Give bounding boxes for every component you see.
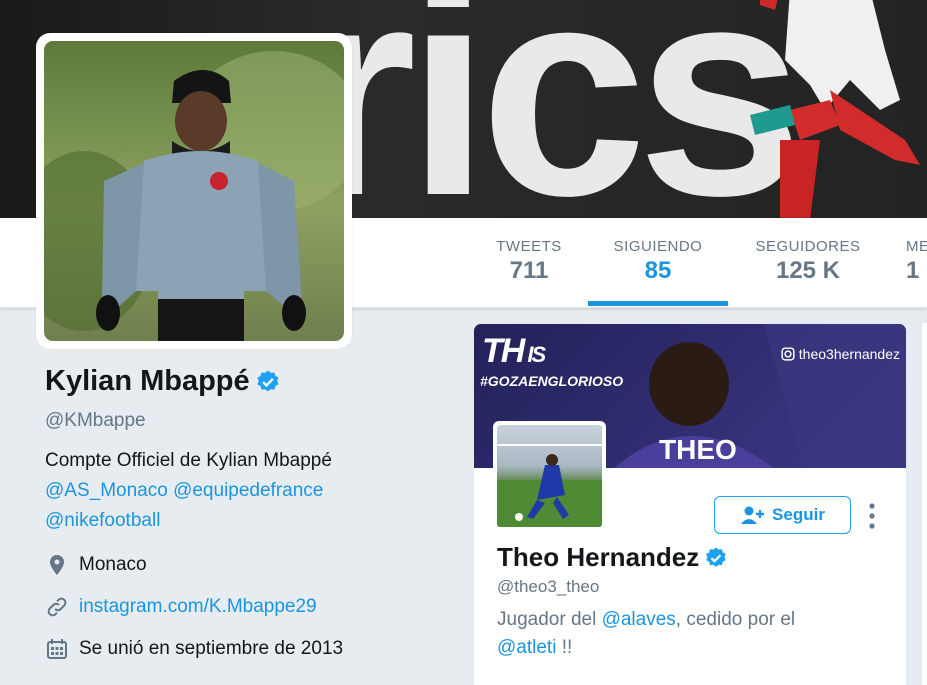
banner-player-image bbox=[750, 0, 920, 218]
nav-followers-count: 125 K bbox=[775, 257, 841, 284]
nav-likes[interactable]: ME 1 bbox=[906, 218, 927, 308]
card-bio-suffix: !! bbox=[556, 637, 573, 658]
profile-location: Monaco bbox=[79, 554, 147, 575]
card-user-name[interactable]: Theo Hernandez bbox=[497, 542, 699, 573]
nav-likes-label: ME bbox=[906, 238, 927, 255]
card-avatar-illustration bbox=[497, 444, 602, 527]
location-row: Monaco bbox=[45, 550, 445, 580]
profile-website-link[interactable]: instagram.com/K.Mbappe29 bbox=[79, 596, 317, 618]
nav-tweets-label: TWEETS bbox=[496, 238, 562, 255]
nav-following[interactable]: SIGUIENDO 85 bbox=[588, 218, 728, 308]
avatar-image bbox=[44, 41, 344, 341]
profile-name-row: Kylian Mbappé bbox=[45, 365, 445, 398]
card-avatar[interactable] bbox=[493, 421, 606, 531]
card-name-row: Theo Hernandez bbox=[497, 542, 728, 573]
website-row: instagram.com/K.Mbappe29 bbox=[45, 592, 445, 622]
bio-mention-nikefootball[interactable]: @nikefootball bbox=[45, 510, 160, 531]
nav-followers-label: SEGUIDORES bbox=[755, 238, 861, 255]
profile-bio: Compte Officiel de Kylian Mbappé @AS_Mon… bbox=[45, 446, 445, 536]
card-banner-instagram: theo3hernandez bbox=[781, 346, 900, 362]
verified-badge-icon bbox=[706, 547, 726, 567]
profile-name[interactable]: Kylian Mbappé bbox=[45, 365, 250, 398]
profile-handle: @KMbappe bbox=[45, 410, 146, 431]
follow-button[interactable]: Seguir bbox=[714, 496, 851, 534]
link-icon bbox=[47, 597, 67, 617]
card-banner-th: TH IS bbox=[482, 332, 546, 370]
profile-info: Kylian Mbappé @KMbappe Compte Officiel d… bbox=[45, 365, 445, 664]
nav-tweets-count: 711 bbox=[509, 257, 549, 284]
card-bio-middle: , cedido por el bbox=[675, 609, 796, 630]
card-bio-mention-alaves[interactable]: @alaves bbox=[602, 609, 676, 630]
card-user-bio: Jugador del @alaves, cedido por el @atle… bbox=[497, 606, 897, 662]
nav-tweets[interactable]: TWEETS 711 bbox=[488, 218, 570, 308]
card-banner-shirt-name: THEO bbox=[659, 434, 737, 465]
nav-followers[interactable]: SEGUIDORES 125 K bbox=[746, 218, 870, 308]
nav-following-label: SIGUIENDO bbox=[613, 238, 703, 255]
bio-mention-equipedefrance[interactable]: @equipedefrance bbox=[173, 480, 323, 501]
add-user-icon bbox=[741, 506, 765, 524]
nav-likes-count: 1 bbox=[906, 257, 920, 284]
avatar-illustration bbox=[44, 51, 344, 341]
next-user-card[interactable] bbox=[921, 323, 927, 685]
verified-badge-icon bbox=[257, 370, 279, 391]
location-pin-icon bbox=[50, 555, 64, 575]
joined-row: Se unió en septiembre de 2013 bbox=[45, 634, 445, 664]
card-avatar-image bbox=[497, 425, 602, 527]
nav-following-count: 85 bbox=[644, 257, 672, 284]
card-user-handle: @theo3_theo bbox=[497, 577, 600, 596]
more-options-icon[interactable] bbox=[864, 500, 880, 532]
banner-text: rics bbox=[300, 0, 804, 218]
calendar-icon bbox=[47, 639, 67, 659]
card-bio-prefix: Jugador del bbox=[497, 609, 602, 630]
follow-button-label: Seguir bbox=[772, 505, 825, 524]
instagram-icon bbox=[781, 347, 795, 361]
user-card[interactable]: TH IS #GOZAENGLORIOSO theo3hernandez THEO bbox=[473, 323, 907, 685]
bio-text: Compte Officiel de Kylian Mbappé bbox=[45, 450, 332, 471]
card-banner-hashtag: #GOZAENGLORIOSO bbox=[480, 373, 624, 389]
bio-mention-as-monaco[interactable]: @AS_Monaco bbox=[45, 480, 168, 501]
profile-joined-date: Se unió en septiembre de 2013 bbox=[79, 638, 344, 659]
card-bio-mention-atleti[interactable]: @atleti bbox=[497, 637, 556, 658]
profile-avatar[interactable] bbox=[36, 33, 352, 349]
